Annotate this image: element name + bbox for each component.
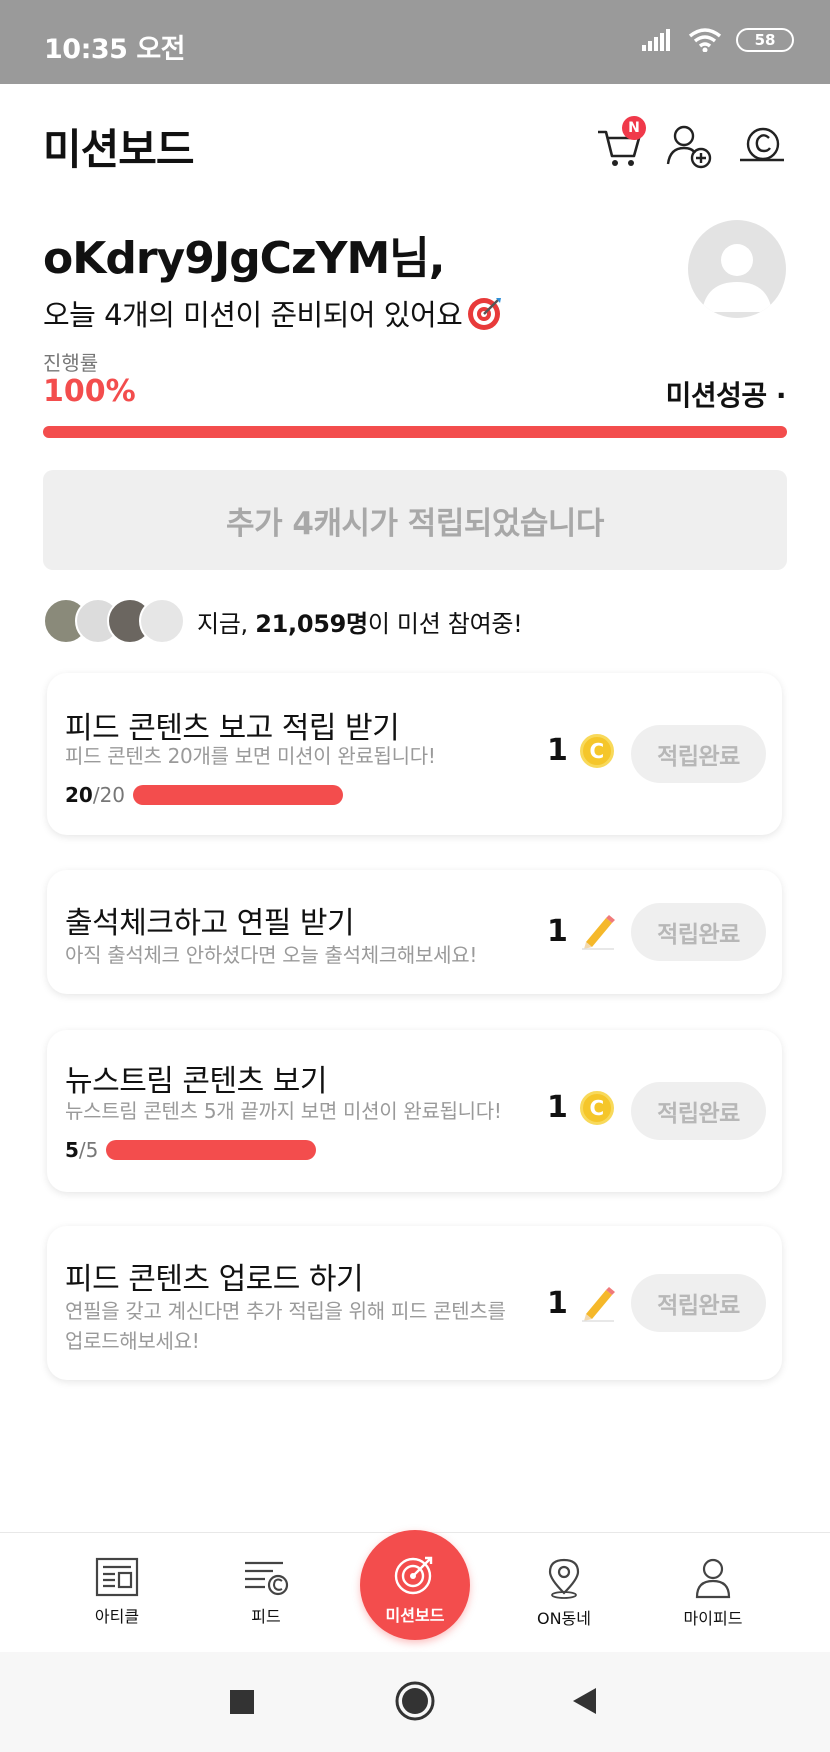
cart-badge: N xyxy=(622,116,646,140)
status-bar: 10:35 오전 58 xyxy=(0,0,830,84)
target-emoji-icon xyxy=(468,298,502,330)
wifi-icon xyxy=(688,28,722,52)
default-avatar-icon xyxy=(702,244,772,312)
reward-claimed-button[interactable]: 적립완료 xyxy=(631,903,766,961)
cash-icon[interactable] xyxy=(736,120,788,172)
mission-description: 뉴스트림 콘텐츠 5개 끝까지 보면 미션이 완료됩니다! xyxy=(65,1099,502,1123)
nav-label: 아티클 xyxy=(94,1607,140,1626)
coin-icon: C xyxy=(579,733,614,768)
reward: 1 C xyxy=(547,733,614,768)
greeting-subtitle-row: 오늘 4개의 미션이 준비되어 있어요 xyxy=(43,292,504,334)
reward-amount: 1 xyxy=(547,733,568,768)
mission-status: 미션성공 · xyxy=(665,379,787,412)
avatar[interactable] xyxy=(688,220,786,318)
reward-claimed-button[interactable]: 적립완료 xyxy=(631,1082,766,1140)
reward: 1 xyxy=(547,912,616,950)
participants-count: 21,059명 xyxy=(255,609,368,638)
mission-progress: 20/20 xyxy=(65,783,344,807)
status-time: 10:35 오전 xyxy=(44,34,186,65)
reward-amount: 1 xyxy=(547,1090,568,1125)
nav-label: 피드 xyxy=(251,1607,281,1626)
mission-progress: 5/5 xyxy=(65,1138,317,1162)
participants-row: 지금, 21,059명이 미션 참여중! xyxy=(43,598,523,644)
mission-description: 연필을 갖고 계신다면 추가 적립을 위해 피드 콘텐츠를 업로드해보세요! xyxy=(65,1299,506,1353)
cash-earned-banner: 추가 4캐시가 적립되었습니다 xyxy=(43,470,787,570)
nav-label: 미션보드 xyxy=(385,1606,445,1625)
reward-amount: 1 xyxy=(547,913,568,949)
signal-icon xyxy=(642,29,670,51)
nav-label: ON동네 xyxy=(536,1609,591,1628)
mission-card: 출석체크하고 연필 받기 아직 출석체크 안하셨다면 오늘 출석체크해보세요! … xyxy=(47,870,782,994)
page-title: 미션보드 xyxy=(43,125,195,174)
battery-indicator: 58 xyxy=(736,28,794,52)
reward-amount: 1 xyxy=(547,1285,568,1321)
home-button-icon[interactable] xyxy=(394,1680,436,1722)
feed-icon xyxy=(245,1561,289,1596)
progress-done: 5 xyxy=(65,1138,79,1162)
mission-progress-bar xyxy=(133,785,344,805)
nav-item-article[interactable]: 아티클 xyxy=(62,1557,172,1627)
progress-total: /5 xyxy=(78,1138,99,1162)
system-nav-bar xyxy=(0,1652,830,1752)
status-icons: 58 xyxy=(642,28,794,52)
mission-title: 뉴스트림 콘텐츠 보기 xyxy=(65,1064,327,1099)
nav-item-on-neighborhood[interactable]: ON동네 xyxy=(509,1557,619,1629)
reward: 1 C xyxy=(547,1090,614,1125)
mission-description: 피드 콘텐츠 20개를 보면 미션이 완료됩니다! xyxy=(65,744,436,768)
greeting-subtitle: 오늘 4개의 미션이 준비되어 있어요 xyxy=(43,298,463,332)
app-header: 미션보드 N xyxy=(0,84,830,204)
recents-button-icon[interactable] xyxy=(228,1688,256,1716)
article-icon xyxy=(95,1557,139,1597)
username: oKdry9JgCzYM님, xyxy=(43,233,445,284)
progress-done: 20 xyxy=(65,783,93,807)
location-pin-icon xyxy=(548,1558,580,1599)
progress-total: /20 xyxy=(92,783,126,807)
coin-icon: C xyxy=(579,1090,614,1125)
reward: 1 xyxy=(547,1284,616,1322)
mission-title: 출석체크하고 연필 받기 xyxy=(65,906,355,941)
mission-progress-bar xyxy=(106,1140,317,1160)
reward-claimed-button[interactable]: 적립완료 xyxy=(631,725,766,783)
mission-description: 아직 출석체크 안하셨다면 오늘 출석체크해보세요! xyxy=(65,943,478,967)
mission-card: 뉴스트림 콘텐츠 보기 뉴스트림 콘텐츠 5개 끝까지 보면 미션이 완료됩니다… xyxy=(47,1030,782,1192)
target-icon xyxy=(394,1556,433,1595)
progress-label: 진행률 xyxy=(43,351,99,375)
pencil-icon xyxy=(581,1287,615,1322)
mission-card: 피드 콘텐츠 업로드 하기 연필을 갖고 계신다면 추가 적립을 위해 피드 콘… xyxy=(47,1226,782,1380)
greeting: oKdry9JgCzYM님, 오늘 4개의 미션이 준비되어 있어요 xyxy=(43,222,504,334)
nav-item-my-feed[interactable]: 마이피드 xyxy=(658,1557,768,1629)
nav-item-feed[interactable]: 피드 xyxy=(211,1557,321,1627)
back-button-icon[interactable] xyxy=(570,1686,598,1716)
progress-value: 100% xyxy=(43,374,136,409)
person-icon xyxy=(695,1558,731,1599)
participants-text: 지금, 21,059명이 미션 참여중! xyxy=(197,604,523,639)
progress-bar xyxy=(43,426,787,438)
pencil-icon xyxy=(581,915,615,950)
participants-prefix: 지금, xyxy=(197,609,256,638)
nav-item-mission-board[interactable]: 미션보드 xyxy=(360,1530,470,1640)
progress-bar-fill xyxy=(43,426,787,438)
participant-avatar xyxy=(139,598,185,644)
add-friend-icon[interactable] xyxy=(664,120,716,172)
nav-label: 마이피드 xyxy=(683,1609,743,1628)
reward-claimed-button[interactable]: 적립완료 xyxy=(631,1274,766,1332)
mission-card: 피드 콘텐츠 보고 적립 받기 피드 콘텐츠 20개를 보면 미션이 완료됩니다… xyxy=(47,673,782,835)
participants-suffix: 이 미션 참여중! xyxy=(367,609,523,638)
mission-title: 피드 콘텐츠 업로드 하기 xyxy=(65,1262,364,1297)
